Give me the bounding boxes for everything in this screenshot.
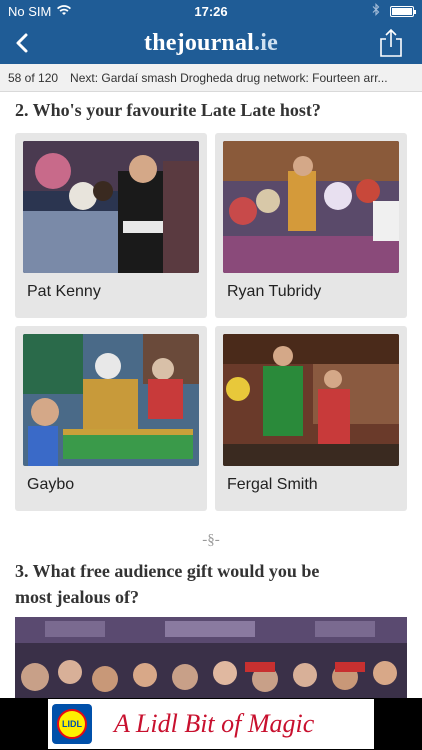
wifi-icon <box>57 4 72 19</box>
answer-card-ryan-tubridy[interactable]: Ryan Tubridy <box>215 133 407 318</box>
app-logo: thejournal.ie <box>144 29 278 56</box>
next-article-bar[interactable]: 58 of 120 Next: Gardaí smash Drogheda dr… <box>0 64 422 92</box>
back-button[interactable] <box>8 28 38 58</box>
question-3-title: 3. What free audience gift would you be … <box>15 561 320 607</box>
answer-card-fergal-smith[interactable]: Fergal Smith <box>215 326 407 511</box>
battery-icon <box>390 5 416 17</box>
question-2-title: 2. Who's your favourite Late Late host? <box>15 100 321 120</box>
ad-banner[interactable]: LIDL A Lidl Bit of Magic <box>0 698 422 750</box>
answer-label: Fergal Smith <box>227 476 318 493</box>
bluetooth-icon <box>372 3 380 19</box>
answer-card-pat-kenny[interactable]: Pat Kenny <box>15 133 207 318</box>
carrier-label: No SIM <box>8 3 52 19</box>
answer-label: Pat Kenny <box>27 283 101 300</box>
answer-photo <box>23 334 199 466</box>
nav-bar: thejournal.ie <box>0 22 422 64</box>
answer-photo <box>223 334 399 466</box>
lidl-logo: LIDL <box>52 704 92 744</box>
status-bar: No SIM 17:26 <box>0 0 422 22</box>
section-separator: -§- <box>202 532 220 548</box>
answer-photo <box>23 141 199 273</box>
answer-card-gaybo[interactable]: Gaybo <box>15 326 207 511</box>
article-count: 58 of 120 <box>8 70 59 85</box>
ad-content[interactable]: LIDL A Lidl Bit of Magic <box>48 699 374 749</box>
share-button[interactable] <box>378 28 404 58</box>
share-icon <box>380 28 402 57</box>
answer-label: Gaybo <box>27 476 75 493</box>
next-article-link[interactable]: Next: Gardaí smash Drogheda drug network… <box>70 71 387 85</box>
chevron-left-icon <box>16 33 28 53</box>
answer-label: Ryan Tubridy <box>227 283 322 300</box>
answer-photo <box>223 141 399 273</box>
ad-text: A Lidl Bit of Magic <box>114 709 315 738</box>
